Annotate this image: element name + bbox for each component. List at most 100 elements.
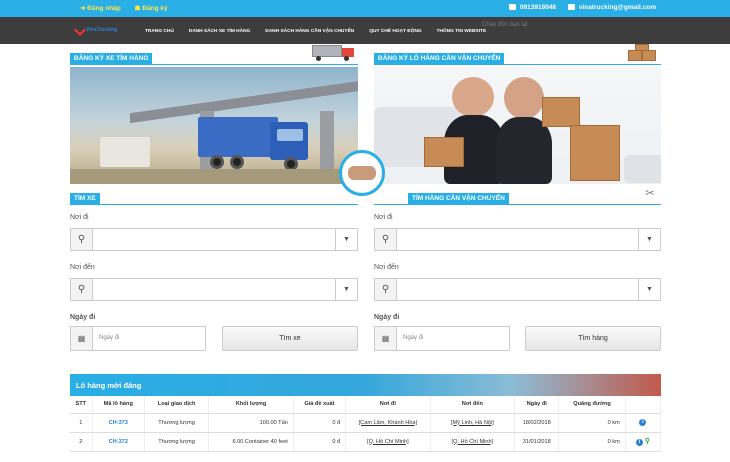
- logo-text: VinaTrucking: [86, 27, 118, 33]
- col-code: Mã lô hàng: [92, 396, 145, 414]
- col-stt: STT: [70, 396, 93, 414]
- truck-to-select[interactable]: ⚲ ▼: [70, 278, 358, 301]
- cell-weight: 100.00 Tấn: [208, 413, 294, 433]
- col-to: Nơi đến: [430, 396, 516, 414]
- truck-to-label: Nơi đến: [70, 264, 95, 271]
- col-price: Giá đề xuất: [293, 396, 347, 414]
- calendar-icon[interactable]: ▦: [71, 327, 93, 350]
- header-divider: [70, 63, 358, 65]
- cell-price: 0 đ: [293, 413, 347, 433]
- cell-type: Thương lượng: [144, 432, 210, 452]
- cell-distance: 0 km: [558, 432, 626, 452]
- col-date: Ngày đi: [514, 396, 560, 414]
- find-truck-button[interactable]: Tìm xe: [222, 326, 358, 351]
- truck-from-label: Nơi đi: [70, 214, 89, 221]
- cell-distance: 0 km: [558, 413, 626, 433]
- truck-from-select[interactable]: ⚲ ▼: [70, 228, 358, 251]
- search-icon[interactable]: ⚲: [645, 437, 650, 445]
- register-cargo-header[interactable]: ĐĂNG KÝ LÔ HÀNG CẦN VẬN CHUYỂN: [374, 53, 661, 65]
- cell-to[interactable]: [Q. Hồ Chí Minh]: [430, 432, 516, 452]
- register-cargo-title: ĐĂNG KÝ LÔ HÀNG CẦN VẬN CHUYỂN: [374, 53, 505, 64]
- table-row[interactable]: 2 CH-372 Thương lượng 6.00 Container 40 …: [70, 432, 662, 452]
- cargo-date-label: Ngày đi: [374, 314, 400, 321]
- col-weight: Khối lượng: [208, 396, 294, 414]
- email-icon: [567, 4, 575, 10]
- nav-item-home[interactable]: TRANG CHỦ: [145, 29, 174, 34]
- cell-date: 18/02/2018: [514, 413, 560, 433]
- nav-item-cargo[interactable]: DANH SÁCH HÀNG CẦN VẬN CHUYỂN: [265, 29, 354, 34]
- register-label: Đăng ký: [142, 5, 168, 12]
- info-icon[interactable]: i: [635, 439, 643, 446]
- phone-icon: [508, 4, 516, 10]
- chevron-down-icon[interactable]: ▼: [335, 229, 357, 250]
- cell-from[interactable]: [Q. Hồ Chí Minh]: [345, 432, 431, 452]
- scissors-icon: ✂: [644, 186, 656, 200]
- header-divider: [374, 203, 661, 205]
- col-actions: [625, 396, 662, 414]
- nav-item-rules[interactable]: QUY CHẾ HOẠT ĐỘNG: [369, 29, 421, 34]
- cell-date: 31/01/2018: [514, 432, 560, 452]
- cargo-from-select[interactable]: ⚲ ▼: [374, 228, 661, 251]
- truck-date-placeholder: Ngày đi: [99, 335, 120, 341]
- cargo-from-label: Nơi đi: [374, 214, 393, 221]
- register-link[interactable]: ☗ Đăng ký: [135, 5, 174, 12]
- latest-cargo-table: STT Mã lô hàng Loại giao dịch Khối lượng…: [70, 396, 662, 452]
- find-cargo-button[interactable]: Tìm hàng: [525, 326, 661, 351]
- table-row[interactable]: 1 CH-373 Thương lượng 100.00 Tấn 0 đ [Ca…: [70, 413, 662, 433]
- info-icon[interactable]: i: [639, 419, 647, 426]
- main-navbar: VinaTrucking Chào đón bạn lại TRANG CHỦ …: [0, 17, 730, 44]
- header-divider: [70, 203, 358, 205]
- chevron-down-icon[interactable]: ▼: [335, 279, 357, 300]
- nav-item-trucks[interactable]: DANH SÁCH XE TÌM HÀNG: [189, 29, 251, 34]
- map-marker-icon: ⚲: [375, 229, 397, 250]
- cargo-date-placeholder: Ngày đi: [403, 335, 424, 341]
- cargo-banner-image[interactable]: [374, 67, 661, 184]
- map-marker-icon: ⚲: [71, 279, 93, 300]
- cell-price: 0 đ: [293, 432, 347, 452]
- truck-date-label: Ngày đi: [70, 314, 96, 321]
- cargo-to-select[interactable]: ⚲ ▼: [374, 278, 661, 301]
- boxes-icon: [628, 44, 662, 62]
- account-links: ➜ Đăng nhập ☗ Đăng ký: [80, 4, 180, 12]
- col-distance: Quãng đường: [558, 396, 626, 414]
- table-header-row: STT Mã lô hàng Loại giao dịch Khối lượng…: [70, 396, 662, 414]
- top-bar: ➜ Đăng nhập ☗ Đăng ký 0913918048 vinatru…: [0, 0, 730, 17]
- truck-icon: [312, 43, 358, 61]
- phone-number: 0913918048: [519, 4, 557, 11]
- find-truck-header: TÌM XE: [70, 193, 358, 205]
- header-divider: [374, 63, 661, 65]
- map-marker-icon: ⚲: [71, 229, 93, 250]
- login-label: Đăng nhập: [87, 5, 121, 12]
- map-marker-icon: ⚲: [375, 279, 397, 300]
- chevron-down-icon[interactable]: ▼: [638, 229, 660, 250]
- contact-info: 0913918048 vinatrucking@gmail.com: [505, 4, 656, 11]
- find-cargo-header: TÌM HÀNG CẦN VẬN CHUYỂN: [374, 193, 661, 205]
- latest-cargo-section: Lô hàng mới đăng STT Mã lô hàng Loại gia…: [70, 374, 662, 462]
- cell-actions: i ⚲: [625, 432, 662, 452]
- truck-date-input[interactable]: ▦ Ngày đi: [70, 326, 206, 351]
- truck-banner-image[interactable]: [70, 67, 358, 184]
- logo-check-icon: [74, 24, 86, 36]
- register-truck-title: ĐĂNG KÝ XE TÌM HÀNG: [70, 53, 153, 64]
- cell-stt: 1: [70, 413, 93, 433]
- find-cargo-title: TÌM HÀNG CẦN VẬN CHUYỂN: [408, 193, 509, 204]
- chevron-down-icon[interactable]: ▼: [638, 279, 660, 300]
- cell-weight: 6.00 Container 40 feet: [208, 432, 294, 452]
- cell-code[interactable]: CH-373: [92, 413, 145, 433]
- nav-menu: TRANG CHỦ DANH SÁCH XE TÌM HÀNG DANH SÁC…: [145, 27, 499, 34]
- handshake-icon: [339, 150, 385, 196]
- login-link[interactable]: ➜ Đăng nhập: [80, 5, 127, 12]
- cell-from[interactable]: [Cam Lâm, Khánh Hòa]: [345, 413, 431, 433]
- cell-code[interactable]: CH-372: [92, 432, 145, 452]
- col-from: Nơi đi: [345, 396, 431, 414]
- cargo-date-input[interactable]: ▦ Ngày đi: [374, 326, 510, 351]
- cell-stt: 2: [70, 432, 93, 452]
- nav-item-info[interactable]: THÔNG TIN WEBSITE: [437, 29, 487, 34]
- latest-cargo-title: Lô hàng mới đăng: [70, 374, 661, 396]
- site-logo[interactable]: VinaTrucking: [74, 24, 120, 36]
- email-address[interactable]: vinatrucking@gmail.com: [579, 4, 656, 11]
- cell-actions: i: [625, 413, 662, 433]
- cell-to[interactable]: [Mỹ Linh, Hà Nội]: [430, 413, 516, 433]
- col-type: Loại giao dịch: [144, 396, 210, 414]
- calendar-icon[interactable]: ▦: [375, 327, 397, 350]
